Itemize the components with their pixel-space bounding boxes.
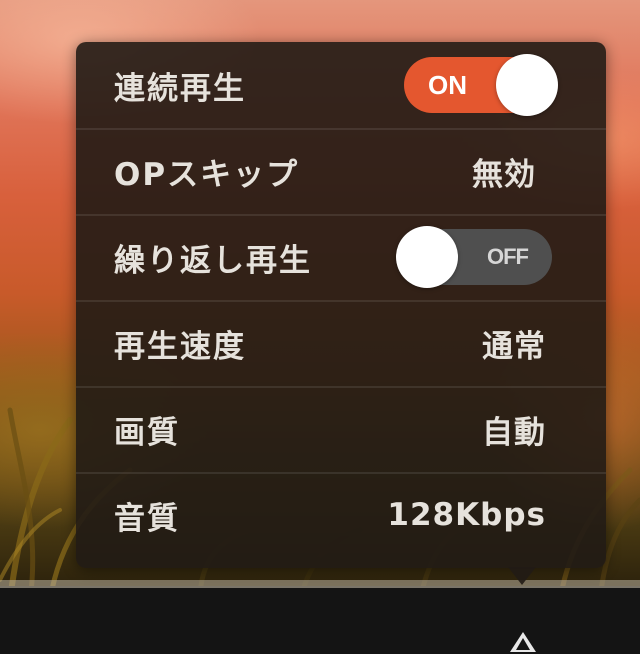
settings-popover: 連続再生 ON OPスキップ 無効 繰り返し再生 OFF 再生速度 通常 画質 … xyxy=(76,42,606,568)
repeat-play-label: 繰り返し再生 xyxy=(114,242,312,279)
continuous-play-toggle[interactable]: ON xyxy=(404,54,558,116)
repeat-play-toggle[interactable]: OFF xyxy=(396,226,552,288)
player-control-bar xyxy=(0,586,640,654)
setting-row-op-skip[interactable]: OPスキップ 無効 xyxy=(76,128,606,214)
settings-triangle-icon[interactable] xyxy=(508,630,538,652)
setting-row-playback-speed[interactable]: 再生速度 通常 xyxy=(76,300,606,386)
setting-row-audio-quality[interactable]: 音質 128Kbps xyxy=(76,472,606,558)
continuous-play-label: 連続再生 xyxy=(114,70,246,107)
continuous-play-toggle-text: ON xyxy=(428,70,467,100)
popover-pointer xyxy=(508,567,536,585)
repeat-play-toggle-text: OFF xyxy=(487,244,529,269)
setting-row-video-quality[interactable]: 画質 自動 xyxy=(76,386,606,472)
op-skip-label: OPスキップ xyxy=(114,156,300,193)
audio-quality-value: 128Kbps xyxy=(387,497,546,533)
playback-speed-label: 再生速度 xyxy=(114,328,246,365)
op-skip-value: 無効 xyxy=(472,156,536,193)
setting-row-continuous-play: 連続再生 ON xyxy=(76,42,606,128)
audio-quality-label: 音質 xyxy=(114,500,180,537)
toggle-knob xyxy=(396,226,458,288)
video-quality-label: 画質 xyxy=(114,414,180,451)
video-quality-value: 自動 xyxy=(482,414,546,451)
playback-speed-value: 通常 xyxy=(482,328,546,365)
toggle-knob xyxy=(496,54,558,116)
setting-row-repeat-play: 繰り返し再生 OFF xyxy=(76,214,606,300)
